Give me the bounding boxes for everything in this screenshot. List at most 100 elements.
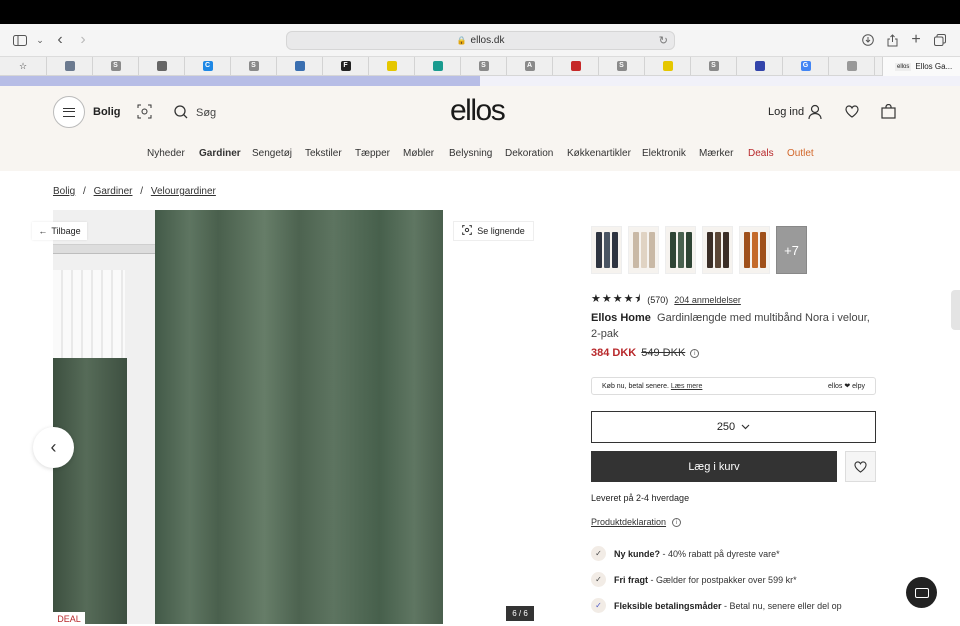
bookmark-item[interactable]: C (185, 57, 231, 75)
product-main-image[interactable] (155, 210, 443, 624)
bookmark-item[interactable] (829, 57, 875, 75)
color-swatch[interactable] (628, 226, 659, 274)
payment-info-bar: Køb nu, betal senere. Læs mere ellos ❤ e… (591, 377, 876, 395)
smile-icon (386, 61, 397, 71)
color-swatch[interactable] (591, 226, 622, 274)
sidebar-toggle-icon[interactable] (10, 30, 30, 50)
color-swatch[interactable] (665, 226, 696, 274)
heart-icon (854, 460, 867, 473)
nav-item[interactable]: Tekstiler (305, 148, 342, 159)
bookmark-item[interactable] (139, 57, 185, 75)
color-swatch[interactable] (739, 226, 770, 274)
visual-search-icon (462, 225, 473, 237)
breadcrumb-link[interactable]: Gardiner (94, 186, 133, 197)
usp-description: - 40% rabatt på dyreste vare* (660, 548, 780, 559)
similar-button-label: Se lignende (477, 226, 525, 236)
nav-item-outlet[interactable]: Outlet (787, 148, 814, 159)
product-declaration: Produktdeklaration i (591, 517, 682, 527)
nav-item[interactable]: Køkkenartikler (567, 148, 631, 159)
chevron-down-icon[interactable]: ⌄ (30, 30, 50, 50)
add-to-wishlist-button[interactable] (845, 451, 876, 482)
pin-icon (570, 61, 581, 71)
new-tab-icon[interactable]: + (906, 30, 926, 50)
nav-item[interactable]: Nyheder (147, 148, 185, 159)
bookmark-item[interactable]: S (461, 57, 507, 75)
chat-icon (914, 587, 929, 598)
usp-text: Fleksible betalingsmåder - Betal nu, sen… (614, 601, 842, 611)
bookmark-item[interactable]: S (599, 57, 645, 75)
forward-arrow-icon[interactable]: › (73, 30, 93, 50)
curtain-panel-icon (706, 232, 713, 268)
breadcrumb-link[interactable]: Bolig (53, 186, 75, 197)
login-label[interactable]: Log ind (768, 106, 804, 118)
more-colors-button[interactable]: +7 (776, 226, 807, 274)
breadcrumb-link[interactable]: Velourgardiner (151, 186, 216, 197)
curtain-rod-image (53, 244, 155, 254)
s-icon: S (110, 61, 121, 71)
nav-item[interactable]: Sengetøj (252, 148, 292, 159)
search-icon[interactable] (174, 105, 188, 124)
back-button[interactable]: ← Tilbage (32, 222, 87, 240)
bookmark-item[interactable] (737, 57, 783, 75)
tab-overview-icon[interactable] (930, 30, 950, 50)
nav-item[interactable]: Elektronik (642, 148, 686, 159)
share-icon[interactable] (882, 30, 902, 50)
nav-item[interactable]: Tæpper (355, 148, 390, 159)
visual-search-icon[interactable] (137, 104, 152, 124)
product-brand[interactable]: Ellos Home (591, 312, 651, 324)
bookmark-item[interactable] (47, 57, 93, 75)
size-select[interactable]: 250 (591, 411, 876, 443)
bookmark-item[interactable] (415, 57, 461, 75)
active-tab[interactable]: ellos Ellos Ga... (882, 57, 960, 76)
reviews-link[interactable]: 204 anmeldelser (674, 295, 741, 305)
bookmark-item[interactable]: G (783, 57, 829, 75)
bookmark-item[interactable] (645, 57, 691, 75)
bookmark-item[interactable]: F (323, 57, 369, 75)
user-icon[interactable] (808, 104, 822, 125)
back-arrow-icon[interactable]: ‹ (50, 30, 70, 50)
ellos-favicon-icon: ellos (895, 62, 912, 71)
bookmark-item[interactable] (553, 57, 599, 75)
bookmark-item[interactable]: A (507, 57, 553, 75)
similar-button[interactable]: Se lignende (453, 221, 534, 241)
nav-item[interactable]: Belysning (449, 148, 492, 159)
download-icon[interactable] (858, 30, 878, 50)
menu-button[interactable] (53, 96, 85, 128)
search-label[interactable]: Søg (196, 107, 216, 119)
info-icon[interactable]: i (672, 517, 682, 527)
bookmark-star-icon[interactable]: ☆ (0, 57, 47, 75)
bookmark-item[interactable] (369, 57, 415, 75)
nav-item-active[interactable]: Gardiner (199, 148, 241, 159)
google-icon: G (800, 61, 811, 71)
gallery-prev-button[interactable]: ‹ (33, 427, 74, 468)
nav-item-deals[interactable]: Deals (748, 148, 774, 159)
gallery-previous-image[interactable] (53, 210, 155, 624)
curtain-panel-icon (595, 232, 602, 268)
curtain-panel-icon (603, 232, 610, 268)
nav-item[interactable]: Møbler (403, 148, 434, 159)
bookmark-item[interactable] (277, 57, 323, 75)
globe-icon (432, 61, 443, 71)
color-swatch[interactable] (702, 226, 733, 274)
nav-item[interactable]: Dekoration (505, 148, 553, 159)
chat-button[interactable] (906, 577, 937, 608)
bookmark-item[interactable]: S (93, 57, 139, 75)
reload-icon[interactable]: ↻ (659, 34, 668, 47)
review-count: (570) (647, 294, 669, 305)
info-icon[interactable]: i (690, 348, 700, 358)
category-label[interactable]: Bolig (93, 106, 121, 118)
check-icon: ✓ (591, 598, 606, 613)
breadcrumb-separator: / (140, 186, 144, 197)
wishlist-heart-icon[interactable] (845, 105, 859, 123)
nav-item[interactable]: Mærker (699, 148, 733, 159)
curtain-panel-icon (759, 232, 766, 268)
side-edge-tab[interactable] (951, 290, 960, 330)
declaration-link[interactable]: Produktdeklaration (591, 517, 666, 527)
shopping-bag-icon[interactable] (881, 103, 896, 124)
add-to-cart-button[interactable]: Læg i kurv (591, 451, 837, 482)
bookmark-item[interactable]: S (691, 57, 737, 75)
address-bar[interactable]: 🔒 ellos.dk ↻ (286, 31, 675, 50)
bookmark-item[interactable]: S (231, 57, 277, 75)
read-more-link[interactable]: Læs mere (671, 383, 703, 390)
site-logo[interactable]: ellos (450, 94, 506, 128)
